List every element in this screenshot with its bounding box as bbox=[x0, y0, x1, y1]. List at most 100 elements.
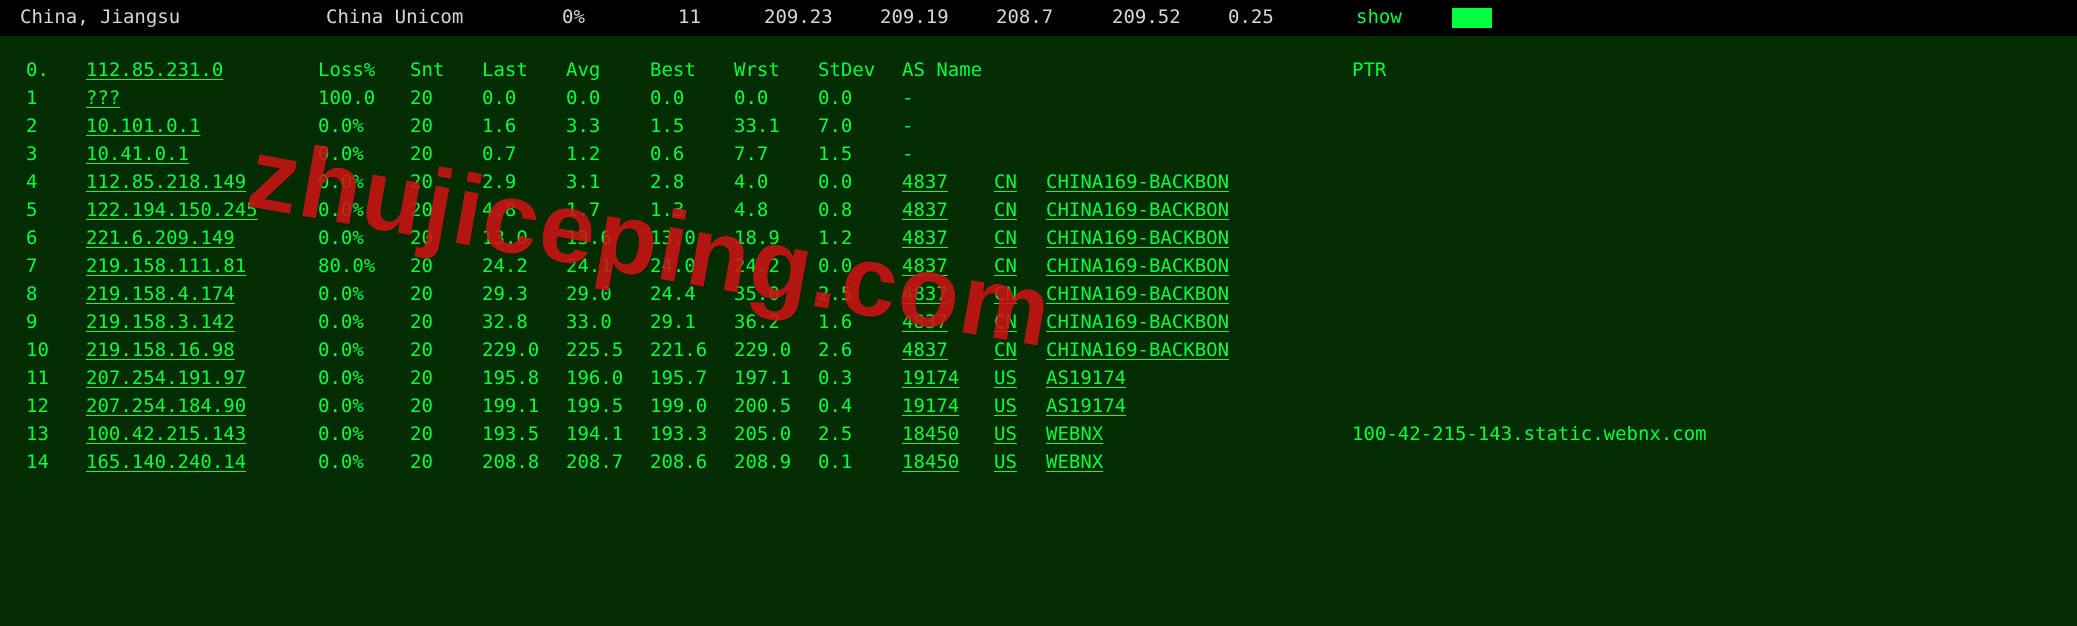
hop-ip[interactable]: 10.101.0.1 bbox=[86, 115, 200, 137]
hop-asname[interactable]: CHINA169-BACKBON bbox=[1046, 227, 1229, 249]
hop-country[interactable]: CN bbox=[994, 311, 1017, 333]
hdr-snt: Snt bbox=[404, 56, 476, 84]
hop-asn[interactable]: 19174 bbox=[902, 395, 959, 417]
hop-last: 195.8 bbox=[476, 364, 560, 392]
hop-stdev: 0.0 bbox=[812, 168, 896, 196]
hop-country[interactable]: US bbox=[994, 423, 1017, 445]
hop-country[interactable]: CN bbox=[994, 283, 1017, 305]
hop-wrst: 7.7 bbox=[728, 140, 812, 168]
hop-asname[interactable]: CHINA169-BACKBON bbox=[1046, 311, 1229, 333]
hop-stdev: 2.6 bbox=[812, 336, 896, 364]
hop-ip[interactable]: 221.6.209.149 bbox=[86, 227, 235, 249]
hop-asn[interactable]: 4837 bbox=[902, 199, 948, 221]
hop-stdev: 1.5 bbox=[812, 140, 896, 168]
hop-asn[interactable]: 4837 bbox=[902, 227, 948, 249]
hop-index: 7 bbox=[20, 252, 80, 280]
hop-last: 193.5 bbox=[476, 420, 560, 448]
hop-country[interactable]: US bbox=[994, 451, 1017, 473]
hop-ip[interactable]: 165.140.240.14 bbox=[86, 451, 246, 473]
hop-stdev: 0.0 bbox=[812, 252, 896, 280]
hop-asname[interactable]: AS19174 bbox=[1046, 367, 1126, 389]
hop-last: 29.3 bbox=[476, 280, 560, 308]
hop-best: 221.6 bbox=[644, 336, 728, 364]
hop-asn[interactable]: 4837 bbox=[902, 311, 948, 333]
hop-last: 4.8 bbox=[476, 196, 560, 224]
hop-wrst: 200.5 bbox=[728, 392, 812, 420]
hop-snt: 20 bbox=[404, 168, 476, 196]
hop-snt: 20 bbox=[404, 392, 476, 420]
hop-country[interactable]: CN bbox=[994, 339, 1017, 361]
hop-asname[interactable]: CHINA169-BACKBON bbox=[1046, 283, 1229, 305]
hop-country[interactable]: CN bbox=[994, 199, 1017, 221]
hop-asname[interactable]: AS19174 bbox=[1046, 395, 1126, 417]
hop-country[interactable]: CN bbox=[994, 171, 1017, 193]
hop-best: 208.6 bbox=[644, 448, 728, 476]
show-link[interactable]: show bbox=[1336, 6, 1444, 28]
hop-ptr bbox=[1312, 84, 1713, 112]
hop-asn[interactable]: 18450 bbox=[902, 423, 959, 445]
hop-country[interactable]: US bbox=[994, 367, 1017, 389]
hop-loss: 0.0% bbox=[312, 140, 404, 168]
mtr-hop-row: 310.41.0.10.0%200.71.20.67.71.5- bbox=[20, 140, 1713, 168]
hop-index: 11 bbox=[20, 364, 80, 392]
hop-ip[interactable]: ??? bbox=[86, 87, 120, 109]
hop-index: 12 bbox=[20, 392, 80, 420]
hop-wrst: 205.0 bbox=[728, 420, 812, 448]
hop-ptr bbox=[1312, 336, 1713, 364]
hop-ptr bbox=[1312, 252, 1713, 280]
mtr-hop-row: 13100.42.215.1430.0%20193.5194.1193.3205… bbox=[20, 420, 1713, 448]
hop-asname[interactable]: WEBNX bbox=[1046, 423, 1103, 445]
hop-ip[interactable]: 219.158.3.142 bbox=[86, 311, 235, 333]
hop-last: 2.9 bbox=[476, 168, 560, 196]
hop-country[interactable]: CN bbox=[994, 255, 1017, 277]
hop-ip[interactable]: 207.254.184.90 bbox=[86, 395, 246, 417]
hop-asname[interactable]: CHINA169-BACKBON bbox=[1046, 339, 1229, 361]
hop-ip[interactable]: 10.41.0.1 bbox=[86, 143, 189, 165]
hop-index: 4 bbox=[20, 168, 80, 196]
hop-snt: 20 bbox=[404, 252, 476, 280]
hop-asn[interactable]: 4837 bbox=[902, 171, 948, 193]
hop-country[interactable]: CN bbox=[994, 227, 1017, 249]
hop-loss: 0.0% bbox=[312, 364, 404, 392]
hop-asname[interactable]: CHINA169-BACKBON bbox=[1046, 255, 1229, 277]
hop-stdev: 0.8 bbox=[812, 196, 896, 224]
progress-bar-icon bbox=[1444, 6, 1500, 28]
hop-loss: 0.0% bbox=[312, 392, 404, 420]
hop-ip[interactable]: 207.254.191.97 bbox=[86, 367, 246, 389]
hop-asn[interactable]: 4837 bbox=[902, 339, 948, 361]
mtr-hop-row: 5122.194.150.2450.0%204.81.71.34.80.8483… bbox=[20, 196, 1713, 224]
hop-stdev: 0.0 bbox=[812, 84, 896, 112]
hop-ip[interactable]: 100.42.215.143 bbox=[86, 423, 246, 445]
hop-country[interactable]: US bbox=[994, 395, 1017, 417]
hop-asn[interactable]: 4837 bbox=[902, 255, 948, 277]
hop-ip[interactable]: 219.158.111.81 bbox=[86, 255, 246, 277]
hop-ptr bbox=[1312, 308, 1713, 336]
hop-best: 0.0 bbox=[644, 84, 728, 112]
hop-best: 1.3 bbox=[644, 196, 728, 224]
mtr-hop-row: 4112.85.218.1490.0%202.93.12.84.00.04837… bbox=[20, 168, 1713, 196]
hop-stdev: 2.5 bbox=[812, 280, 896, 308]
hop-ip[interactable]: 112.85.218.149 bbox=[86, 171, 246, 193]
hop-snt: 20 bbox=[404, 224, 476, 252]
hop-last: 24.2 bbox=[476, 252, 560, 280]
hop-loss: 0.0% bbox=[312, 420, 404, 448]
hop-ip[interactable]: 122.194.150.245 bbox=[86, 199, 258, 221]
hdr-best: Best bbox=[644, 56, 728, 84]
hop-asn[interactable]: 18450 bbox=[902, 451, 959, 473]
hdr-target-ip[interactable]: 112.85.231.0 bbox=[86, 59, 223, 81]
hop-avg: 13.6 bbox=[560, 224, 644, 252]
hop-last: 13.0 bbox=[476, 224, 560, 252]
hop-asn[interactable]: 19174 bbox=[902, 367, 959, 389]
mtr-hop-row: 9219.158.3.1420.0%2032.833.029.136.21.64… bbox=[20, 308, 1713, 336]
hop-asname[interactable]: WEBNX bbox=[1046, 451, 1103, 473]
hop-asname[interactable]: CHINA169-BACKBON bbox=[1046, 199, 1229, 221]
hop-asn[interactable]: 4837 bbox=[902, 283, 948, 305]
mtr-hop-row: 210.101.0.10.0%201.63.31.533.17.0- bbox=[20, 112, 1713, 140]
hop-ptr bbox=[1312, 280, 1713, 308]
hop-loss: 0.0% bbox=[312, 280, 404, 308]
hop-asname[interactable]: CHINA169-BACKBON bbox=[1046, 171, 1229, 193]
hop-best: 1.5 bbox=[644, 112, 728, 140]
hop-ip[interactable]: 219.158.16.98 bbox=[86, 339, 235, 361]
hop-ip[interactable]: 219.158.4.174 bbox=[86, 283, 235, 305]
hop-avg: 1.2 bbox=[560, 140, 644, 168]
